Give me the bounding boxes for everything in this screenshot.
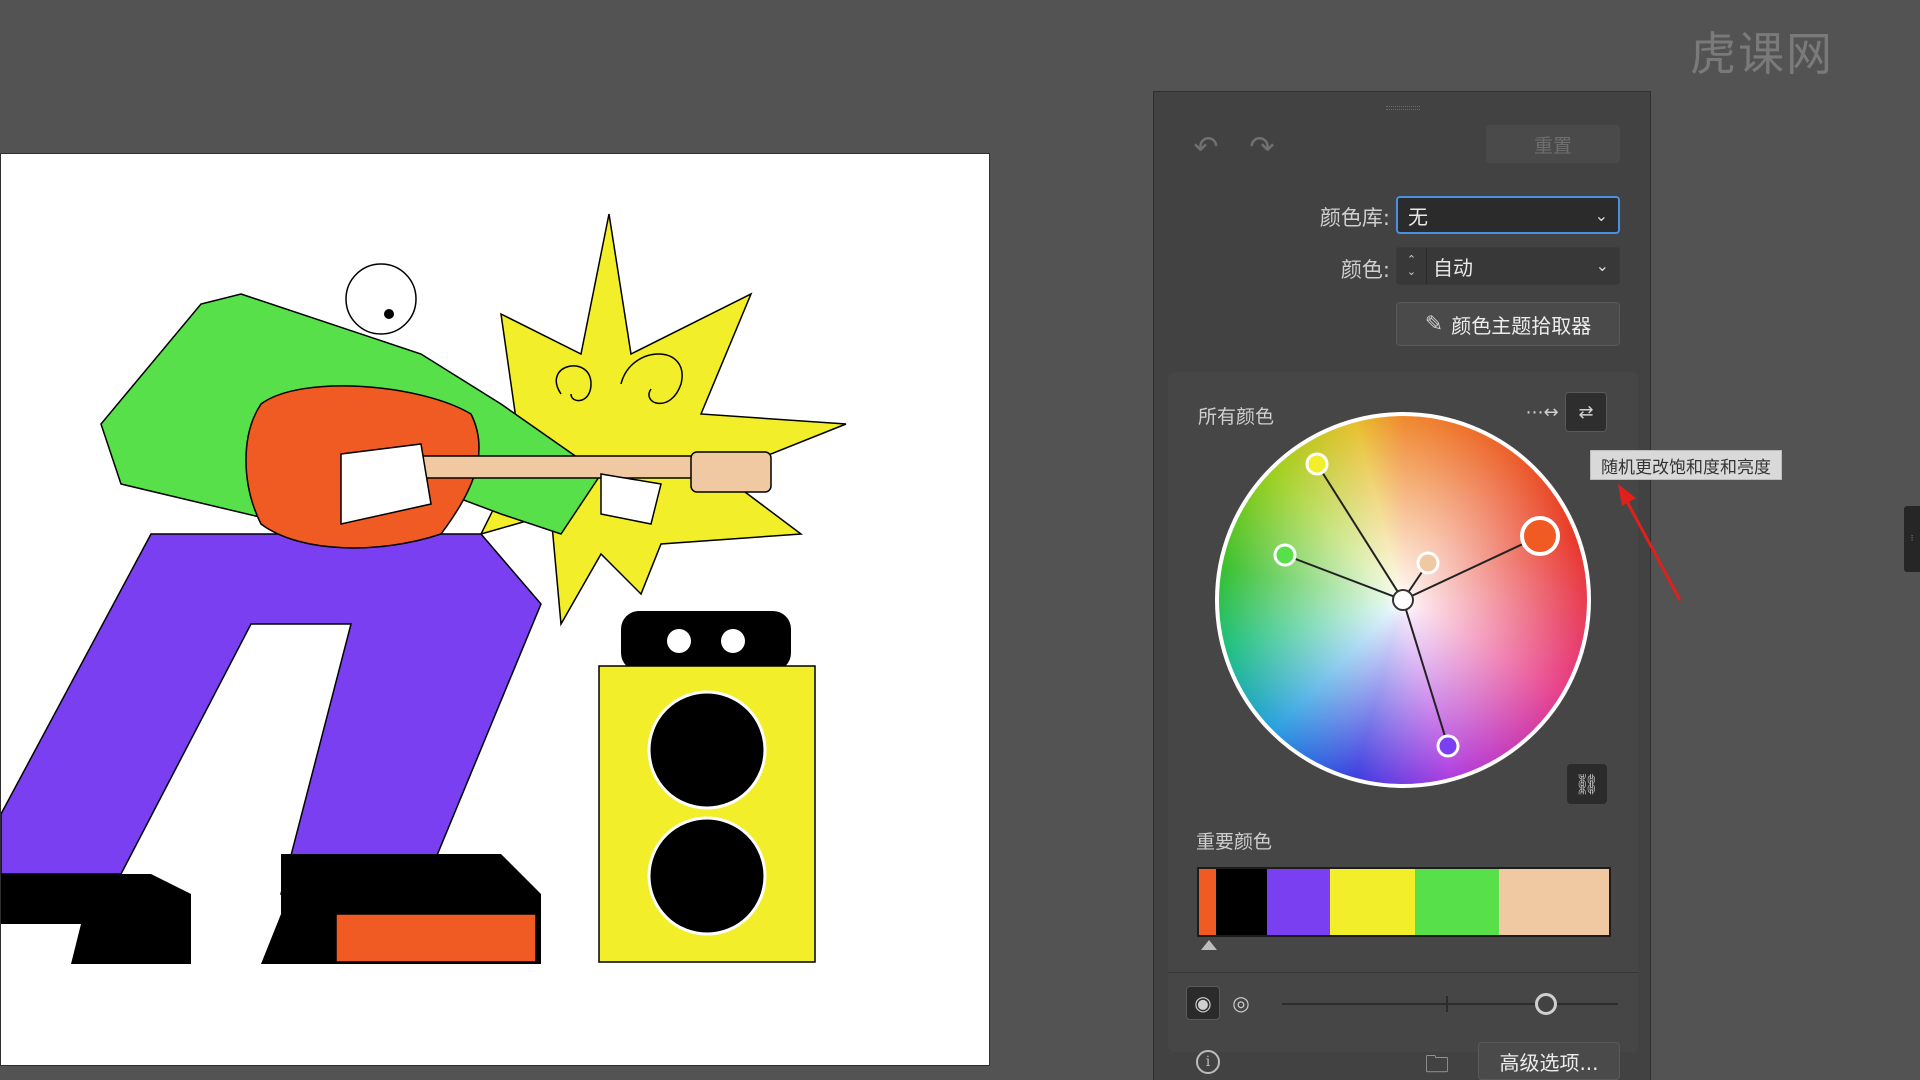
undo-icon[interactable]: ↶ (1186, 130, 1226, 165)
panel-collapse-handle[interactable]: ⁝ (1904, 506, 1920, 572)
starburst-shape (479, 213, 847, 627)
tooltip: 随机更改饱和度和亮度 (1590, 450, 1782, 480)
divider (1168, 972, 1638, 973)
color-swatch-5[interactable] (1414, 869, 1500, 935)
color-swatch-6[interactable] (1499, 869, 1609, 935)
color-swatch-2[interactable] (1215, 869, 1267, 935)
color-library-select[interactable]: 无 ⌄ (1396, 196, 1620, 234)
display-mode-segmented-icon[interactable]: ◎ (1224, 986, 1258, 1020)
colors-label: 颜色: (1340, 258, 1390, 282)
color-library-label: 颜色库: (1319, 206, 1390, 230)
purple-pants (1, 533, 542, 895)
chevron-down-icon: ⌄ (1594, 206, 1608, 225)
color-bar-marker[interactable] (1201, 940, 1217, 950)
speaker-top (621, 611, 791, 671)
display-mode-smooth-icon[interactable]: ◉ (1186, 986, 1220, 1020)
guitar-head (690, 451, 772, 493)
handle-center-white (1392, 589, 1414, 611)
handle-purple (1436, 734, 1460, 758)
head-shape (345, 263, 417, 335)
chevron-down-icon: ⌄ (1595, 256, 1609, 275)
handle-green (1273, 543, 1297, 567)
slider-center-tick (1446, 996, 1448, 1012)
important-colors-label: 重要颜色 (1196, 831, 1273, 853)
color-swatch-4[interactable] (1330, 869, 1415, 935)
panel-grip[interactable] (1386, 106, 1420, 110)
color-theme-picker-label: 颜色主题拾取器 (1451, 313, 1592, 338)
redo-icon[interactable]: ↷ (1242, 130, 1282, 165)
guitarist-illustration (1, 213, 847, 964)
folder-icon[interactable]: 🗀 (1425, 1047, 1449, 1080)
important-colors-bar[interactable] (1197, 867, 1611, 937)
reset-button[interactable]: 重置 (1486, 125, 1620, 163)
color-handles (1273, 452, 1560, 758)
color-theme-picker-button[interactable]: ✎ 颜色主题拾取器 (1396, 302, 1620, 346)
orange-sole (335, 913, 537, 963)
brightness-slider-thumb[interactable] (1535, 993, 1557, 1015)
brightness-slider-track[interactable] (1282, 1003, 1618, 1005)
link-harmony-icon[interactable]: ⛓ (1567, 764, 1607, 804)
watermark-text: 虎课网 (1690, 27, 1834, 81)
advanced-options-button[interactable]: 高级选项... (1478, 1042, 1620, 1080)
color-library-value: 无 (1408, 204, 1428, 229)
speaker-cone-bottom (647, 816, 767, 936)
eyedropper-icon: ✎ (1424, 311, 1444, 337)
artboard[interactable] (0, 153, 990, 1066)
handle-orange-base (1520, 516, 1560, 556)
recolor-panel: ↶ ↷ 重置 颜色库: 无 ⌄ 颜色: ⌃ ⌄ 自动 ⌄ ✎ 颜色主题拾取器 所有… (1153, 91, 1651, 1080)
colors-value: 自动 (1433, 255, 1473, 280)
handle-peach (1416, 551, 1440, 575)
info-icon[interactable]: i (1196, 1050, 1220, 1074)
speaker-cone-top (647, 690, 767, 810)
color-swatch-1[interactable] (1199, 869, 1216, 935)
stepper-icon[interactable]: ⌃ ⌄ (1397, 248, 1427, 284)
colors-count-select[interactable]: ⌃ ⌄ 自动 ⌄ (1396, 247, 1620, 285)
guitar-neck (420, 455, 702, 479)
color-wheel[interactable] (1215, 412, 1591, 788)
color-swatch-3[interactable] (1266, 869, 1331, 935)
left-shoe (1, 874, 191, 964)
handle-yellow (1305, 452, 1329, 476)
annotation-arrow-icon (1618, 484, 1682, 601)
